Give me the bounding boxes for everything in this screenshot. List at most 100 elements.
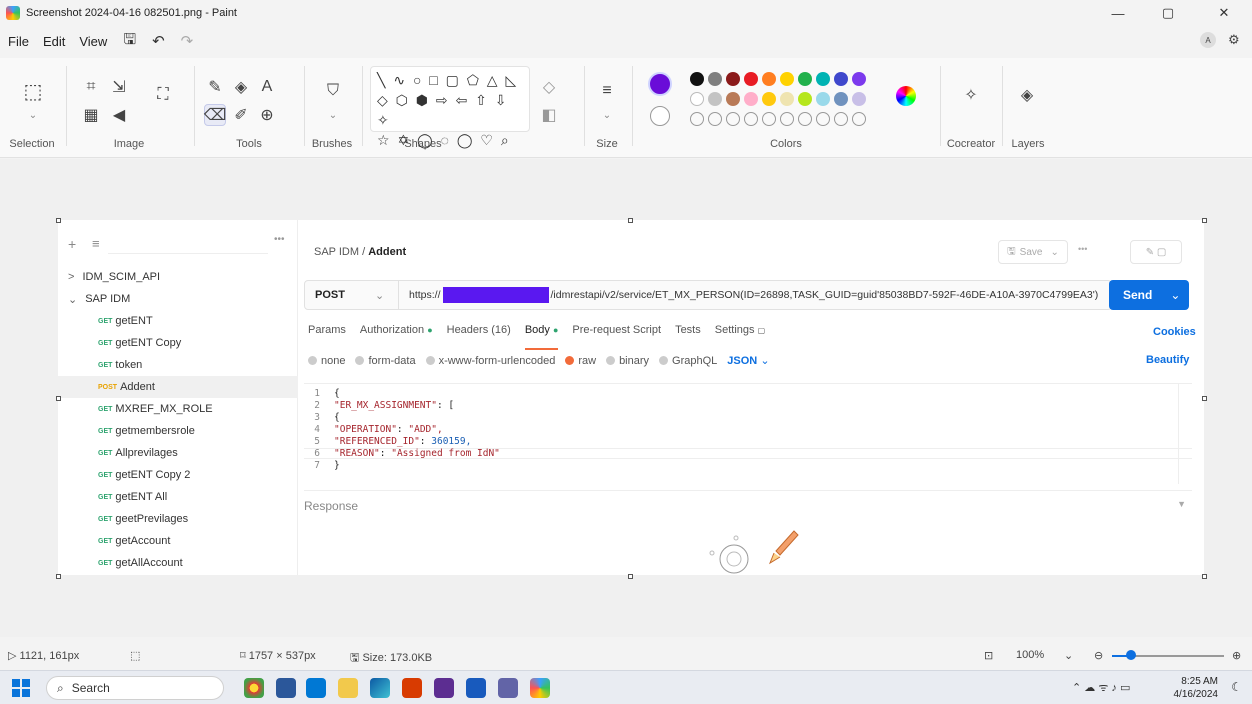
resize-handle[interactable] [56,396,61,401]
format-select[interactable]: JSON ⌄ [727,354,769,367]
filter-icon[interactable]: ≡ [92,236,100,251]
tab-authorization[interactable]: Authorization ● [360,324,433,344]
secondary-color-swatch[interactable] [650,106,670,126]
magnifier-icon[interactable]: ⊕ [256,104,278,126]
sidebar-request-item[interactable]: GET getAccount [58,530,298,552]
edit-colors-icon[interactable] [896,86,916,106]
sidebar-request-item[interactable]: GET Allprevilages [58,442,298,464]
brush-icon[interactable]: ⛉ [322,80,344,102]
tab-body[interactable]: Body ● [524,324,558,350]
sidebar-request-item[interactable]: POST Addent [58,376,298,398]
sidebar-collection-idm-scim[interactable]: > IDM_SCIM_API [58,266,298,288]
empty-color-swatch[interactable] [834,112,848,126]
shapes-gallery[interactable]: ╲ ∿ ○ □ ▢ ⬠ △ ◺ ◇ ⬡ ⬢ ⇨ ⇦ ⇧ ⇩ ✧ ☆ ✡ ◯ ◌ … [370,66,530,148]
empty-color-swatch[interactable] [726,112,740,126]
chevron-down-icon[interactable]: ▼ [1177,499,1186,509]
outlook-icon[interactable] [306,678,326,698]
url-bar[interactable]: POST ⌄ https:///idmrestapi/v2/service/ET… [304,280,1112,310]
color-swatch[interactable] [762,92,776,106]
more-icon[interactable]: ••• [1078,244,1087,254]
taskbar-clock[interactable]: 8:25 AM 4/16/2024 [1174,675,1219,701]
redo-icon[interactable]: ↷ [181,32,194,50]
beautify-link[interactable]: Beautify [1146,354,1189,366]
menu-file[interactable]: File [8,34,29,49]
resize-handle[interactable] [56,574,61,579]
radio-form-data[interactable]: form-data [355,355,416,367]
radio-graphql[interactable]: GraphQL [659,355,717,367]
more-icon[interactable]: ••• [274,234,285,245]
color-picker-icon[interactable]: ✐ [230,104,252,126]
radio-urlencoded[interactable]: x-www-form-urlencoded [425,355,555,367]
sidebar-request-item[interactable]: GET getENT [58,310,298,332]
color-swatch[interactable] [708,72,722,86]
app-icon[interactable] [434,678,454,698]
resize-icon[interactable]: ⇲ [108,76,130,98]
save-icon[interactable]: 🖫 [123,29,136,54]
color-swatch[interactable] [690,72,704,86]
primary-color-swatch[interactable] [648,72,672,96]
color-swatch[interactable] [816,92,830,106]
selection-rect-icon[interactable]: ⬚ [22,80,44,103]
zoom-slider-thumb[interactable] [1126,650,1136,660]
color-swatch[interactable] [798,92,812,106]
fill-icon[interactable]: ◈ [230,76,252,98]
zoom-in-icon[interactable]: ⊕ [1232,649,1241,662]
cocreator-icon[interactable]: ✧ [960,84,982,106]
breadcrumb-current[interactable]: Addent [368,246,406,258]
editor-scrollbar[interactable] [1178,384,1192,484]
sidebar-request-item[interactable]: GET getENT Copy 2 [58,464,298,486]
color-swatch[interactable] [852,72,866,86]
sidebar-request-item[interactable]: GET getENT All [58,486,298,508]
notepad-icon[interactable] [276,678,296,698]
rotate-icon[interactable]: ◀ [108,104,130,126]
chevron-down-icon[interactable]: ⌄ [22,104,44,126]
sidebar-request-item[interactable]: GET geetPrevilages [58,508,298,530]
resize-handle[interactable] [628,574,633,579]
sidebar-request-item[interactable]: GET getmembersrole [58,420,298,442]
empty-color-swatch[interactable] [852,112,866,126]
taskbar-search[interactable]: ⌕ Search [46,676,224,700]
url-input[interactable]: https:///idmrestapi/v2/service/ET_MX_PER… [399,287,1098,303]
chrome-icon[interactable] [244,678,264,698]
radio-raw[interactable]: raw [565,355,596,367]
empty-color-swatch[interactable] [816,112,830,126]
minimize-button[interactable]: — [1100,0,1136,26]
resize-handle[interactable] [56,218,61,223]
resize-handle[interactable] [1202,218,1207,223]
empty-color-swatch[interactable] [690,112,704,126]
edge-icon[interactable] [370,678,390,698]
text-tool-icon[interactable]: A [256,76,278,98]
tab-headers[interactable]: Headers (16) [447,324,511,344]
size-lines-icon[interactable]: ≡ [596,80,618,102]
code-editor[interactable]: 1{ 2 "ER_MX_ASSIGNMENT": [ 3 { 4 "OPERAT… [304,383,1192,487]
word-icon[interactable] [466,678,486,698]
empty-color-swatch[interactable] [708,112,722,126]
fill-shape-icon[interactable]: ◧ [538,104,560,126]
fit-to-window-icon[interactable]: ⊡ [984,649,993,662]
background-remove-icon[interactable]: ▦ [80,104,102,126]
tab-params[interactable]: Params [308,324,346,344]
paint-taskbar-icon[interactable] [530,678,550,698]
teams-icon[interactable] [498,678,518,698]
resize-handle[interactable] [628,218,633,223]
sidebar-request-item[interactable]: GET getAllAccount [58,552,298,574]
color-swatch[interactable] [744,92,758,106]
chevron-down-icon[interactable]: ⌄ [1064,649,1073,662]
resize-handle[interactable] [1202,396,1207,401]
tab-pre-request-script[interactable]: Pre-request Script [572,324,661,344]
start-button[interactable] [12,679,30,697]
image-canvas[interactable]: + ≡ ••• > IDM_SCIM_API ⌄ SAP IDM GET getE… [58,220,1204,575]
edit-toggle[interactable]: ✎ ▢ [1130,240,1182,264]
file-explorer-icon[interactable] [338,678,358,698]
undo-icon[interactable]: ↶ [152,32,165,50]
cookies-link[interactable]: Cookies [1153,326,1196,338]
zoom-out-icon[interactable]: ⊖ [1094,649,1103,662]
resize-handle[interactable] [1202,574,1207,579]
color-swatch[interactable] [762,72,776,86]
empty-color-swatch[interactable] [798,112,812,126]
color-swatch[interactable] [780,72,794,86]
gear-icon[interactable]: ⚙ [1228,32,1240,48]
radio-none[interactable]: none [308,355,345,367]
color-swatch[interactable] [780,92,794,106]
color-swatch[interactable] [744,72,758,86]
